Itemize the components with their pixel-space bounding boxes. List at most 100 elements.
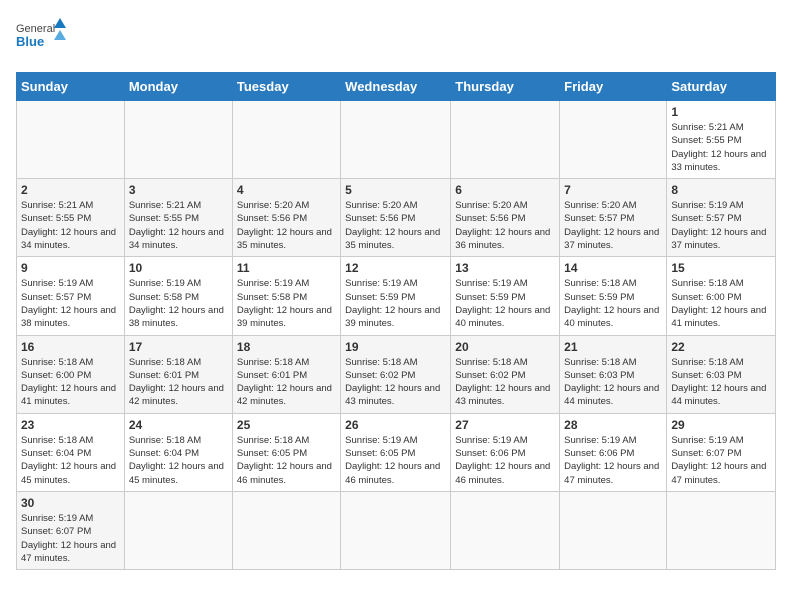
calendar-cell: 14 Sunrise: 5:18 AM Sunset: 5:59 PM Dayli… xyxy=(560,257,667,335)
calendar-cell: 24 Sunrise: 5:18 AM Sunset: 6:04 PM Dayli… xyxy=(124,413,232,491)
weekday-header-friday: Friday xyxy=(560,73,667,101)
calendar-cell: 7Sunrise: 5:20 AM Sunset: 5:57 PM Daylig… xyxy=(560,179,667,257)
weekday-header-monday: Monday xyxy=(124,73,232,101)
day-info: Sunrise: 5:20 AM Sunset: 5:56 PM Dayligh… xyxy=(237,199,336,252)
calendar-cell: 12Sunrise: 5:19 AM Sunset: 5:59 PM Dayli… xyxy=(341,257,451,335)
day-number: 19 xyxy=(345,340,446,354)
day-info: Sunrise: 5:18 AM Sunset: 6:01 PM Dayligh… xyxy=(237,356,336,409)
calendar-cell xyxy=(667,491,776,569)
day-number: 18 xyxy=(237,340,336,354)
day-number: 5 xyxy=(345,183,446,197)
day-number: 2 xyxy=(21,183,120,197)
day-number: 23 xyxy=(21,418,120,432)
calendar-cell: 15Sunrise: 5:18 AM Sunset: 6:00 PM Dayli… xyxy=(667,257,776,335)
weekday-header-saturday: Saturday xyxy=(667,73,776,101)
day-number: 16 xyxy=(21,340,120,354)
calendar-cell xyxy=(341,101,451,179)
weekday-header-tuesday: Tuesday xyxy=(232,73,340,101)
calendar-cell: 13Sunrise: 5:19 AM Sunset: 5:59 PM Dayli… xyxy=(451,257,560,335)
day-info: Sunrise: 5:20 AM Sunset: 5:56 PM Dayligh… xyxy=(345,199,446,252)
day-number: 20 xyxy=(455,340,555,354)
day-info: Sunrise: 5:19 AM Sunset: 6:06 PM Dayligh… xyxy=(455,434,555,487)
day-info: Sunrise: 5:19 AM Sunset: 5:57 PM Dayligh… xyxy=(671,199,771,252)
day-number: 8 xyxy=(671,183,771,197)
calendar-cell: 11Sunrise: 5:19 AM Sunset: 5:58 PM Dayli… xyxy=(232,257,340,335)
calendar-cell: 1Sunrise: 5:21 AM Sunset: 5:55 PM Daylig… xyxy=(667,101,776,179)
weekday-header-thursday: Thursday xyxy=(451,73,560,101)
calendar-cell: 3 Sunrise: 5:21 AM Sunset: 5:55 PM Daylig… xyxy=(124,179,232,257)
calendar-cell xyxy=(17,101,125,179)
calendar-cell: 23 Sunrise: 5:18 AM Sunset: 6:04 PM Dayli… xyxy=(17,413,125,491)
calendar-cell: 9Sunrise: 5:19 AM Sunset: 5:57 PM Daylig… xyxy=(17,257,125,335)
calendar-cell xyxy=(232,491,340,569)
day-info: Sunrise: 5:18 AM Sunset: 6:02 PM Dayligh… xyxy=(455,356,555,409)
day-number: 4 xyxy=(237,183,336,197)
calendar-cell xyxy=(232,101,340,179)
day-number: 26 xyxy=(345,418,446,432)
day-info: Sunrise: 5:18 AM Sunset: 6:03 PM Dayligh… xyxy=(671,356,771,409)
day-number: 17 xyxy=(129,340,228,354)
week-row-3: 16 Sunrise: 5:18 AM Sunset: 6:00 PM Dayli… xyxy=(17,335,776,413)
day-info: Sunrise: 5:18 AM Sunset: 6:03 PM Dayligh… xyxy=(564,356,662,409)
day-number: 10 xyxy=(129,261,228,275)
calendar-cell xyxy=(451,101,560,179)
svg-text:Blue: Blue xyxy=(16,34,44,49)
calendar-cell: 22 Sunrise: 5:18 AM Sunset: 6:03 PM Dayli… xyxy=(667,335,776,413)
day-info: Sunrise: 5:19 AM Sunset: 5:58 PM Dayligh… xyxy=(129,277,228,330)
calendar-cell: 21 Sunrise: 5:18 AM Sunset: 6:03 PM Dayli… xyxy=(560,335,667,413)
day-number: 6 xyxy=(455,183,555,197)
week-row-4: 23 Sunrise: 5:18 AM Sunset: 6:04 PM Dayli… xyxy=(17,413,776,491)
calendar-cell: 4 Sunrise: 5:20 AM Sunset: 5:56 PM Daylig… xyxy=(232,179,340,257)
day-info: Sunrise: 5:21 AM Sunset: 5:55 PM Dayligh… xyxy=(671,121,771,174)
day-info: Sunrise: 5:19 AM Sunset: 5:59 PM Dayligh… xyxy=(455,277,555,330)
day-number: 21 xyxy=(564,340,662,354)
day-number: 22 xyxy=(671,340,771,354)
day-number: 30 xyxy=(21,496,120,510)
weekday-header-row: SundayMondayTuesdayWednesdayThursdayFrid… xyxy=(17,73,776,101)
calendar-cell: 18 Sunrise: 5:18 AM Sunset: 6:01 PM Dayli… xyxy=(232,335,340,413)
calendar-table: SundayMondayTuesdayWednesdayThursdayFrid… xyxy=(16,72,776,570)
day-info: Sunrise: 5:19 AM Sunset: 6:07 PM Dayligh… xyxy=(671,434,771,487)
week-row-1: 2 Sunrise: 5:21 AM Sunset: 5:55 PM Daylig… xyxy=(17,179,776,257)
day-info: Sunrise: 5:18 AM Sunset: 6:00 PM Dayligh… xyxy=(21,356,120,409)
calendar-cell: 8 Sunrise: 5:19 AM Sunset: 5:57 PM Daylig… xyxy=(667,179,776,257)
day-info: Sunrise: 5:18 AM Sunset: 6:05 PM Dayligh… xyxy=(237,434,336,487)
day-number: 29 xyxy=(671,418,771,432)
day-number: 28 xyxy=(564,418,662,432)
week-row-2: 9Sunrise: 5:19 AM Sunset: 5:57 PM Daylig… xyxy=(17,257,776,335)
calendar-cell: 19Sunrise: 5:18 AM Sunset: 6:02 PM Dayli… xyxy=(341,335,451,413)
day-info: Sunrise: 5:18 AM Sunset: 5:59 PM Dayligh… xyxy=(564,277,662,330)
calendar-cell: 29 Sunrise: 5:19 AM Sunset: 6:07 PM Dayli… xyxy=(667,413,776,491)
header: General Blue xyxy=(16,16,776,60)
calendar-cell xyxy=(451,491,560,569)
calendar-cell: 20 Sunrise: 5:18 AM Sunset: 6:02 PM Dayli… xyxy=(451,335,560,413)
day-info: Sunrise: 5:18 AM Sunset: 6:04 PM Dayligh… xyxy=(129,434,228,487)
calendar-cell xyxy=(560,491,667,569)
calendar-cell: 17 Sunrise: 5:18 AM Sunset: 6:01 PM Dayli… xyxy=(124,335,232,413)
day-number: 24 xyxy=(129,418,228,432)
day-number: 12 xyxy=(345,261,446,275)
calendar-cell: 5 Sunrise: 5:20 AM Sunset: 5:56 PM Daylig… xyxy=(341,179,451,257)
day-number: 15 xyxy=(671,261,771,275)
day-info: Sunrise: 5:19 AM Sunset: 6:05 PM Dayligh… xyxy=(345,434,446,487)
calendar-cell xyxy=(124,491,232,569)
day-info: Sunrise: 5:21 AM Sunset: 5:55 PM Dayligh… xyxy=(21,199,120,252)
calendar-cell: 27 Sunrise: 5:19 AM Sunset: 6:06 PM Dayli… xyxy=(451,413,560,491)
calendar-cell: 2 Sunrise: 5:21 AM Sunset: 5:55 PM Daylig… xyxy=(17,179,125,257)
week-row-0: 1Sunrise: 5:21 AM Sunset: 5:55 PM Daylig… xyxy=(17,101,776,179)
week-row-5: 30 Sunrise: 5:19 AM Sunset: 6:07 PM Dayli… xyxy=(17,491,776,569)
day-info: Sunrise: 5:19 AM Sunset: 5:57 PM Dayligh… xyxy=(21,277,120,330)
day-number: 3 xyxy=(129,183,228,197)
day-number: 14 xyxy=(564,261,662,275)
day-number: 25 xyxy=(237,418,336,432)
day-info: Sunrise: 5:19 AM Sunset: 5:58 PM Dayligh… xyxy=(237,277,336,330)
logo-svg: General Blue xyxy=(16,16,66,60)
day-info: Sunrise: 5:18 AM Sunset: 6:04 PM Dayligh… xyxy=(21,434,120,487)
calendar-cell: 6Sunrise: 5:20 AM Sunset: 5:56 PM Daylig… xyxy=(451,179,560,257)
calendar-cell xyxy=(560,101,667,179)
calendar-cell: 10 Sunrise: 5:19 AM Sunset: 5:58 PM Dayli… xyxy=(124,257,232,335)
day-info: Sunrise: 5:19 AM Sunset: 6:07 PM Dayligh… xyxy=(21,512,120,565)
day-number: 27 xyxy=(455,418,555,432)
day-info: Sunrise: 5:18 AM Sunset: 6:01 PM Dayligh… xyxy=(129,356,228,409)
day-info: Sunrise: 5:21 AM Sunset: 5:55 PM Dayligh… xyxy=(129,199,228,252)
